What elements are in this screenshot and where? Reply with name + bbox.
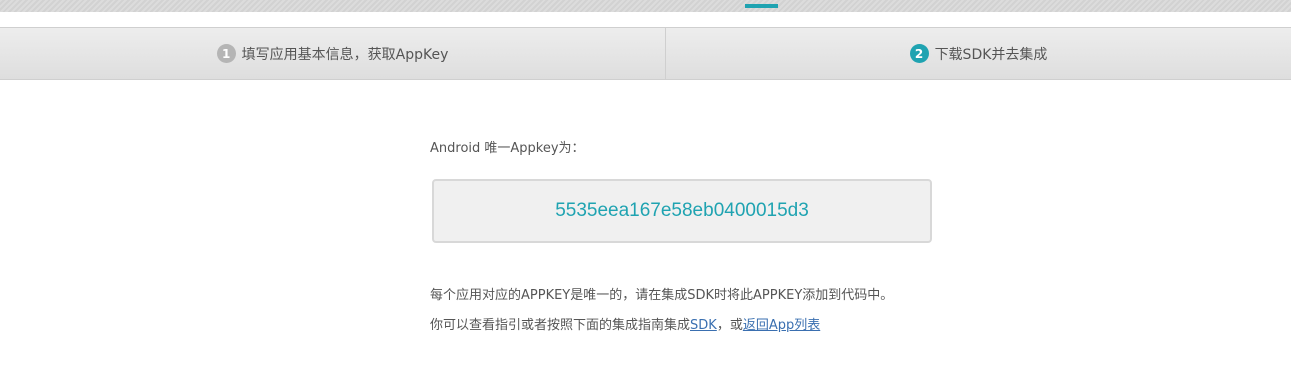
appkey-panel: Android 唯一Appkey为： 5535eea167e58eb040001… (430, 140, 950, 341)
step-1-number: 1 (216, 44, 236, 63)
step-2: 2 下载SDK并去集成 (666, 28, 1291, 79)
step-2-number: 2 (909, 44, 929, 63)
appkey-label: Android 唯一Appkey为： (430, 141, 585, 156)
step-1-label: 填写应用基本信息，获取AppKey (241, 46, 449, 63)
instruction-text: 每个应用对应的APPKEY是唯一的，请在集成SDK时将此APPKEY添加到代码中… (430, 281, 950, 341)
back-to-app-list-link[interactable]: 返回App列表 (743, 318, 820, 333)
note-line-2: 你可以查看指引或者按照下面的集成指南集成SDK，或返回App列表 (430, 311, 950, 341)
step-1: 1 填写应用基本信息，获取AppKey (0, 28, 666, 79)
note-line-1: 每个应用对应的APPKEY是唯一的，请在集成SDK时将此APPKEY添加到代码中… (430, 288, 894, 303)
appkey-value-box[interactable]: 5535eea167e58eb0400015d3 (432, 179, 932, 243)
step-progress-bar: 1 填写应用基本信息，获取AppKey 2 下载SDK并去集成 (0, 27, 1291, 80)
active-tab-indicator (745, 4, 778, 8)
note-line-2-separator: ，或 (716, 318, 743, 333)
note-line-2-prefix: 你可以查看指引或者按照下面的集成指南集成 (430, 318, 691, 333)
sdk-link[interactable]: SDK (690, 318, 717, 333)
top-nav-bar (0, 0, 1291, 12)
step-2-label: 下载SDK并去集成 (934, 46, 1048, 63)
